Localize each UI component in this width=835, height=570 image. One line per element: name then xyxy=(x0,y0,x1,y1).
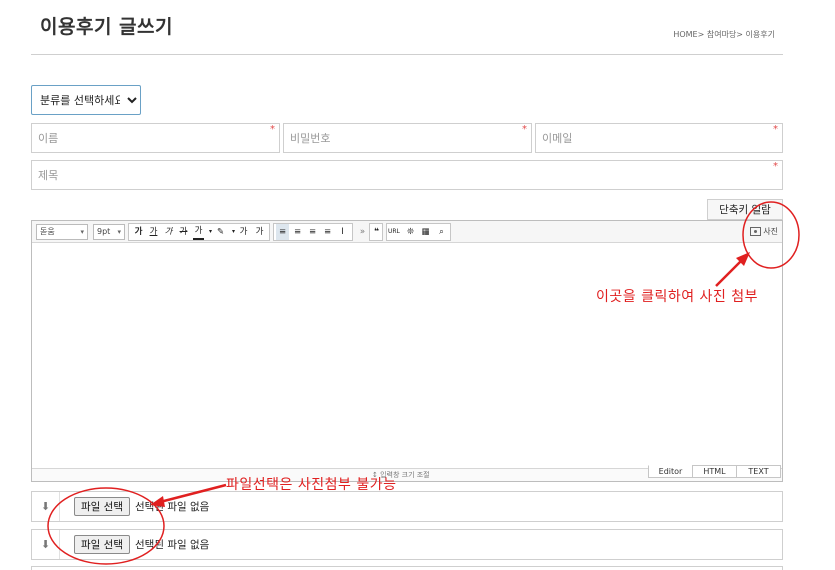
arrowhead-icon xyxy=(150,496,165,507)
file-arrow-annotation xyxy=(159,483,227,504)
photo-circle-annotation xyxy=(742,201,800,269)
photo-annotation-text: 이곳을 클릭하여 사진 첨부 xyxy=(596,289,759,305)
annotation-overlay xyxy=(47,201,800,565)
file-circle-annotation xyxy=(47,487,165,565)
file-annotation-text: 파일선택은 사진첨부 불가능 xyxy=(226,477,397,493)
photo-arrow-annotation xyxy=(715,259,743,287)
